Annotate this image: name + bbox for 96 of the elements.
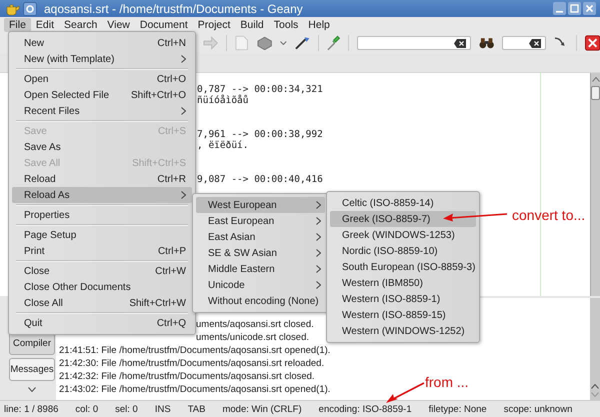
code-line: 7,961 --> 00:00:38,992 — [197, 129, 324, 140]
message-line: uments/aqosansi.srt closed. — [196, 319, 314, 330]
shortcut-label: Ctrl+R — [157, 174, 186, 184]
scrollbar[interactable] — [590, 298, 600, 400]
menu-item[interactable]: Print Ctrl+P — [12, 243, 192, 259]
menu-bar-item[interactable]: View — [102, 18, 135, 32]
status-item: filetype: None — [428, 404, 487, 414]
code-line: 0,787 --> 00:00:34,321 — [197, 84, 324, 95]
annotation-text: convert to... — [512, 207, 586, 223]
scroll-up-icon[interactable] — [591, 384, 599, 389]
clear-icon[interactable] — [529, 38, 542, 48]
menu-item[interactable]: Greek (WINDOWS-1253) — [330, 227, 476, 243]
message-line: uments/unicode.srt closed. — [196, 332, 310, 343]
shortcut-label: Shift+Ctrl+W — [129, 298, 186, 308]
menu-bar-item[interactable]: Search — [59, 18, 102, 32]
maximize-button[interactable] — [568, 2, 581, 15]
chevron-down-icon[interactable] — [28, 387, 36, 392]
code-line: , ëïëðüí. — [197, 140, 250, 152]
code-line: ñüíóåìõåů — [197, 95, 250, 107]
binoculars-icon[interactable] — [478, 37, 494, 49]
shortcut-label: Ctrl+O — [156, 74, 186, 84]
annotation-text: from ... — [425, 374, 469, 390]
menu-item[interactable]: SE & SW Asian — [196, 245, 325, 261]
status-item: TAB — [188, 404, 206, 414]
menu-bar-item[interactable]: Help — [303, 18, 335, 32]
menu-item[interactable]: Nordic (ISO-8859-10) — [330, 243, 476, 259]
scroll-up-icon[interactable] — [592, 77, 600, 82]
color-picker-icon[interactable] — [327, 35, 340, 51]
menu-item[interactable]: Quit Ctrl+Q — [12, 315, 192, 331]
status-item: col: 0 — [75, 404, 98, 414]
menu-item[interactable]: Without encoding (None) — [196, 293, 325, 309]
menu-item[interactable]: Western (IBM850) — [330, 275, 476, 291]
menu-item[interactable]: Western (ISO-8859-15) — [330, 307, 476, 323]
message-line: 21:42:30: File /home/trustfm/Documents/aqosansi.srt reloaded. — [59, 358, 324, 369]
menu-item[interactable]: Unicode — [196, 277, 325, 293]
menu-item[interactable]: Reload Ctrl+R — [12, 171, 192, 187]
search-field[interactable] — [357, 36, 471, 50]
message-line: 21:41:51: File /home/trustfm/Documents/aqosansi.srt opened(1). — [59, 345, 330, 356]
caret-icon[interactable] — [280, 40, 287, 46]
scrollbar[interactable] — [590, 73, 600, 296]
quit-icon[interactable] — [584, 35, 600, 51]
annotation-arrow — [385, 382, 425, 404]
teapot-icon — [4, 2, 20, 16]
scroll-thumb[interactable] — [591, 86, 600, 100]
clear-icon[interactable] — [454, 38, 466, 48]
shortcut-label: Ctrl+W — [155, 266, 186, 276]
message-line: 21:42:32: File /home/trustfm/Documents/aqosansi.srt closed. — [59, 371, 315, 382]
menu-bar-item[interactable]: File — [4, 18, 31, 32]
panel-tab[interactable]: Messages — [9, 358, 55, 381]
menu-item[interactable]: Close Ctrl+W — [12, 263, 192, 279]
menu-item[interactable]: Close Other Documents — [12, 279, 192, 295]
shortcut-label: Ctrl+N — [157, 38, 186, 48]
status-item: INS — [154, 404, 171, 414]
status-item: sel: 0 — [115, 404, 138, 414]
window-title: aqosansi.srt - /home/trustfm/Documents - Geany — [44, 2, 303, 16]
menu-bar-item[interactable]: Edit — [30, 18, 60, 32]
shortcut-label: Ctrl+P — [158, 246, 186, 256]
window-menu-icon[interactable] — [23, 2, 37, 16]
status-item: encoding: ISO-8859-1 — [318, 404, 412, 414]
brick-icon[interactable] — [256, 36, 272, 50]
line-number-field[interactable] — [502, 36, 546, 50]
menu-item[interactable]: Open Ctrl+O — [12, 71, 192, 87]
annotation-arrow — [442, 210, 508, 222]
status-item: line: 1 / 8986 — [4, 404, 58, 414]
menu-bar-item[interactable]: Tools — [268, 18, 304, 32]
menu-item[interactable]: New Ctrl+N — [12, 35, 192, 51]
menu-item[interactable]: West European — [196, 197, 325, 213]
menu-item[interactable]: Save As — [12, 139, 192, 155]
menu-item[interactable]: Western (WINDOWS-1252) — [330, 323, 476, 339]
menu-item[interactable]: Page Setup — [12, 227, 192, 243]
menu-item[interactable]: East European — [196, 213, 325, 229]
menu-item[interactable]: Recent Files — [12, 103, 192, 119]
menu-item[interactable]: Greek (ISO-8859-7) — [330, 211, 476, 227]
menu-item[interactable]: South European (ISO-8859-3) — [330, 259, 476, 275]
menu-item[interactable]: Celtic (ISO-8859-14) — [330, 195, 476, 211]
menu-bar-item[interactable]: Build — [235, 18, 269, 32]
menu-bar-item[interactable]: Project — [192, 18, 236, 32]
menu-bar-item[interactable]: Document — [134, 18, 193, 32]
menu-item[interactable]: Middle Eastern — [196, 261, 325, 277]
code-line: 9,087 --> 00:00:40,416 — [197, 174, 324, 186]
menu-item[interactable]: New (with Template) — [12, 51, 192, 67]
wand-icon[interactable] — [294, 36, 310, 50]
close-button[interactable] — [583, 2, 596, 15]
menu-item[interactable]: Close All Shift+Ctrl+W — [12, 295, 192, 311]
shortcut-label: Ctrl+Q — [156, 318, 186, 328]
menu-item[interactable]: Properties — [12, 207, 192, 223]
status-item: scope: unknown — [504, 404, 572, 414]
shortcut-label: Shift+Ctrl+O — [130, 90, 186, 100]
menu-item[interactable]: Open Selected File Shift+Ctrl+O — [12, 87, 192, 103]
menu-item[interactable]: East Asian — [196, 229, 325, 245]
status-item: mode: Win (CRLF) — [222, 404, 302, 414]
minimize-button[interactable] — [553, 2, 566, 15]
menu-item[interactable]: Reload As — [12, 187, 192, 203]
shortcut-label: Ctrl+S — [158, 126, 186, 136]
shortcut-label: Shift+Ctrl+S — [132, 158, 186, 168]
message-line: 21:43:02: File /home/trustfm/Documents/aqosansi.srt opened(1). — [59, 384, 330, 395]
